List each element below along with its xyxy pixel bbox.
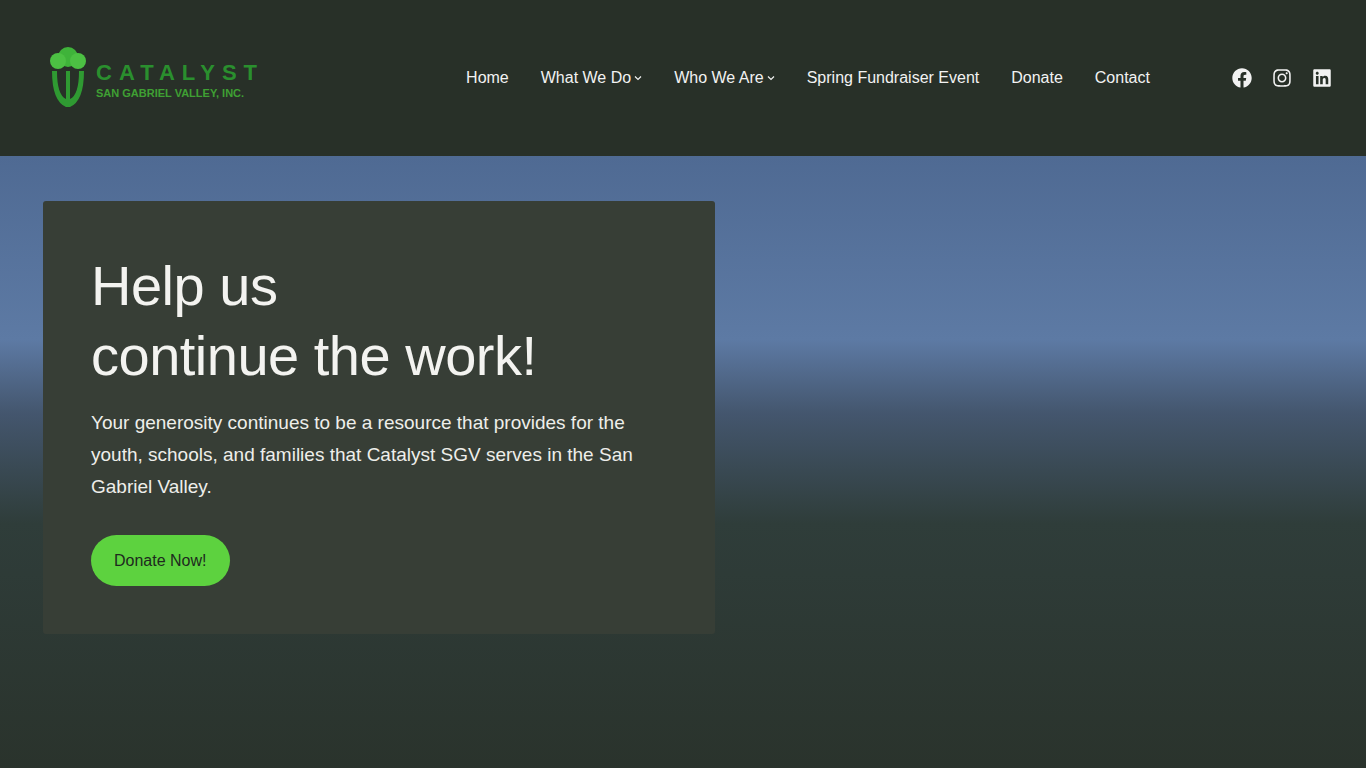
logo-name: CATALYST — [96, 62, 264, 84]
nav-item[interactable]: Who We Are — [674, 69, 775, 87]
linkedin-icon[interactable] — [1312, 68, 1332, 88]
heading-line: continue the work! — [91, 321, 667, 391]
nav-item[interactable]: Home — [466, 69, 509, 87]
nav-item[interactable]: What We Do — [541, 69, 642, 87]
hero-heading: Help uscontinue the work! — [91, 251, 667, 391]
logo[interactable]: CATALYST SAN GABRIEL VALLEY, INC. — [46, 45, 264, 111]
tree-logo-icon — [46, 45, 90, 111]
nav-item[interactable]: Contact — [1095, 69, 1150, 87]
hero: Help uscontinue the work! Your generosity… — [0, 156, 1366, 768]
hero-card: Help uscontinue the work! Your generosity… — [43, 201, 715, 634]
main-nav: Home What We Do Who We Are Spring Fundraise… — [466, 69, 1150, 87]
donate-button[interactable]: Donate Now! — [91, 535, 230, 586]
header: CATALYST SAN GABRIEL VALLEY, INC. Home What… — [0, 0, 1366, 156]
nav-item[interactable]: Spring Fundraiser Event — [807, 69, 980, 87]
social-links — [1232, 68, 1332, 88]
facebook-icon[interactable] — [1232, 68, 1252, 88]
logo-text: CATALYST SAN GABRIEL VALLEY, INC. — [96, 58, 264, 99]
nav-item[interactable]: Donate — [1011, 69, 1063, 87]
heading-line: Help us — [91, 251, 667, 321]
chevron-down-icon — [767, 75, 775, 81]
chevron-down-icon — [634, 75, 642, 81]
page: CATALYST SAN GABRIEL VALLEY, INC. Home What… — [0, 0, 1366, 768]
logo-subtitle: SAN GABRIEL VALLEY, INC. — [96, 88, 264, 99]
instagram-icon[interactable] — [1272, 68, 1292, 88]
hero-text: Your generosity continues to be a resour… — [91, 407, 667, 503]
